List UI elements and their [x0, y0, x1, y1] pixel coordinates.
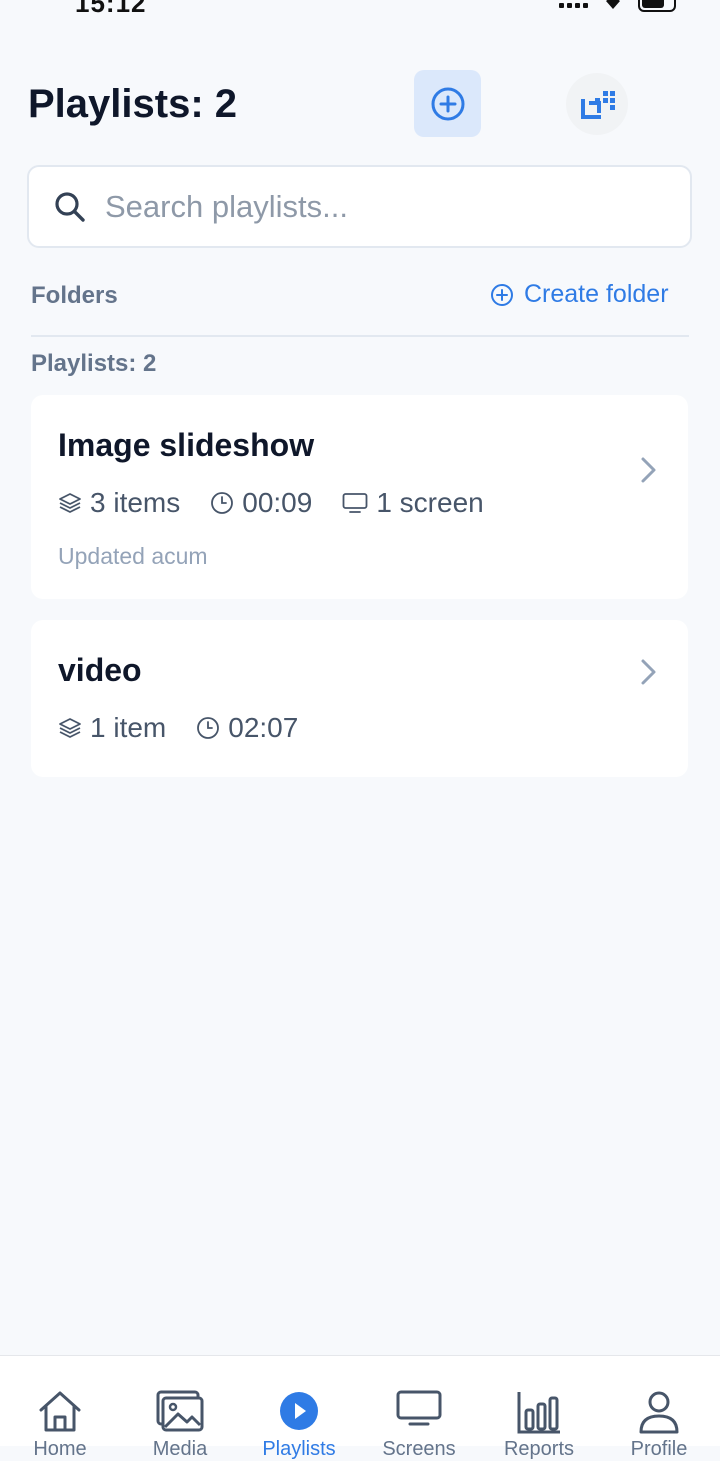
bar-chart-icon	[517, 1392, 560, 1434]
folders-label: Folders	[31, 282, 118, 309]
search-bar[interactable]	[27, 165, 692, 248]
playlist-title: Image slideshow	[58, 427, 315, 463]
playlist-meta: 1 item 02:07	[58, 712, 328, 744]
playlist-updated: Updated acum	[58, 543, 208, 569]
nav-item-home[interactable]: Home	[0, 1356, 120, 1460]
create-folder-label: Create folder	[524, 280, 669, 308]
nav-label: Profile	[630, 1438, 688, 1460]
playlist-card[interactable]: video 1 item 02:07	[31, 620, 688, 777]
nav-label: Reports	[503, 1438, 575, 1460]
monitor-icon	[342, 493, 368, 513]
bottom-navigation: Home Media Playlists Screens Reports Pro…	[0, 1355, 720, 1460]
create-folder-button[interactable]: Create folder	[490, 280, 669, 309]
playlist-duration: 02:07	[228, 712, 299, 743]
divider	[31, 335, 689, 337]
nav-label: Playlists	[262, 1438, 336, 1460]
playlists-count-label: Playlists: 2	[31, 350, 157, 377]
search-input[interactable]	[103, 187, 667, 226]
battery-icon	[638, 0, 676, 12]
nav-label: Media	[152, 1438, 208, 1460]
playlist-title: video	[58, 652, 142, 688]
chevron-right-icon	[641, 457, 656, 483]
search-icon	[55, 191, 85, 222]
nav-item-playlists[interactable]: Playlists	[239, 1356, 359, 1460]
nav-item-media[interactable]: Media	[120, 1356, 240, 1460]
clock-icon	[211, 492, 234, 514]
plus-circle-icon	[431, 87, 464, 120]
layers-icon	[59, 493, 81, 513]
nav-item-screens[interactable]: Screens	[359, 1356, 479, 1460]
status-icons	[559, 0, 676, 12]
chevron-right-icon	[641, 659, 656, 685]
nav-item-reports[interactable]: Reports	[479, 1356, 599, 1460]
monitor-icon	[396, 1390, 442, 1426]
add-playlist-button[interactable]	[414, 70, 481, 137]
image-gallery-icon	[156, 1390, 204, 1432]
scan-qr-button[interactable]	[564, 72, 630, 136]
nav-label: Screens	[382, 1438, 456, 1460]
page-title: Playlists: 2	[28, 82, 238, 126]
wifi-icon	[606, 0, 620, 9]
clock-icon	[197, 717, 220, 739]
plus-circle-icon	[491, 283, 513, 306]
status-time: 15:12	[75, 0, 147, 18]
playlist-item-count: 3 items	[90, 487, 181, 518]
cellular-signal-icon	[559, 0, 588, 8]
playlist-card[interactable]: Image slideshow 3 items 00:09 1 screen U…	[31, 395, 688, 599]
home-icon	[39, 1391, 81, 1432]
playlist-item-count: 1 item	[90, 712, 167, 743]
playlist-meta: 3 items 00:09 1 screen	[58, 487, 514, 519]
nav-item-profile[interactable]: Profile	[599, 1356, 719, 1460]
playlist-duration: 00:09	[242, 487, 313, 518]
status-bar: 15:12	[0, 0, 720, 20]
layers-icon	[59, 718, 81, 738]
user-icon	[639, 1391, 679, 1434]
nav-label: Home	[33, 1438, 87, 1460]
qr-scan-icon	[581, 91, 615, 119]
play-circle-icon	[280, 1392, 318, 1430]
playlist-screen-count: 1 screen	[376, 487, 484, 518]
